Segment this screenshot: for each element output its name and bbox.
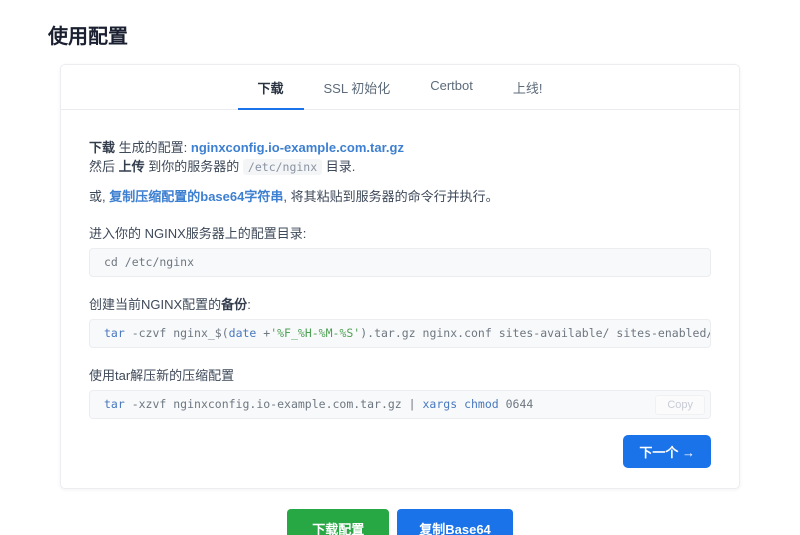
download-config-button[interactable]: 下载配置 xyxy=(287,509,389,535)
backup-section-heading: 创建当前NGINX配置的备份: xyxy=(89,295,711,314)
backup-heading-suffix: : xyxy=(247,297,251,312)
generated-config-text: 生成的配置: xyxy=(119,140,188,155)
cd-section-heading: 进入你的 NGINX服务器上的配置目录: xyxy=(89,224,711,243)
directory-text: 目录. xyxy=(326,159,356,174)
base64-rest-text: , 将其粘贴到服务器的命令行并执行。 xyxy=(283,189,498,204)
tab-ssl-init[interactable]: SSL 初始化 xyxy=(304,65,411,110)
download-instructions-line: 下载 生成的配置: nginxconfig.io-example.com.tar… xyxy=(89,138,711,177)
download-tab-content: 下载 生成的配置: nginxconfig.io-example.com.tar… xyxy=(61,110,739,488)
or-text: 或, xyxy=(89,189,106,204)
page-title: 使用配置 xyxy=(48,20,800,49)
backup-command-codeblock[interactable]: tar -czvf nginx_$(date +'%F_%H-%M-%S').t… xyxy=(89,319,711,348)
copy-base64-button[interactable]: 复制Base64 xyxy=(397,509,513,535)
cd-section: 进入你的 NGINX服务器上的配置目录: cd /etc/nginx xyxy=(89,224,711,277)
upload-word: 上传 xyxy=(119,159,145,174)
then-word: 然后 xyxy=(89,159,115,174)
extract-command-codeblock[interactable]: tar -xzvf nginxconfig.io-example.com.tar… xyxy=(89,390,711,419)
footer-actions: 下载配置 复制Base64 xyxy=(0,509,800,535)
tab-bar: 下载 SSL 初始化 Certbot 上线! xyxy=(61,65,739,110)
download-word: 下载 xyxy=(89,140,115,155)
next-button-row: 下一个 → xyxy=(89,435,711,468)
next-button-label: 下一个 xyxy=(639,445,678,460)
base64-instructions-line: 或, 复制压缩配置的base64字符串, 将其粘贴到服务器的命令行并执行。 xyxy=(89,187,711,206)
config-archive-link[interactable]: nginxconfig.io-example.com.tar.gz xyxy=(191,140,404,155)
backup-heading-bold: 备份 xyxy=(221,297,247,312)
copy-command-button[interactable]: Copy xyxy=(655,395,705,415)
cd-command-codeblock[interactable]: cd /etc/nginx xyxy=(89,248,711,277)
backup-section: 创建当前NGINX配置的备份: tar -czvf nginx_$(date +… xyxy=(89,295,711,348)
arrow-right-icon: → xyxy=(682,445,695,460)
setup-card: 下载 SSL 初始化 Certbot 上线! 下载 生成的配置: nginxco… xyxy=(60,64,740,489)
copy-base64-link[interactable]: 复制压缩配置的base64字符串 xyxy=(109,189,283,204)
backup-heading-prefix: 创建当前NGINX配置的 xyxy=(89,297,221,312)
tab-certbot[interactable]: Certbot xyxy=(410,65,493,110)
tab-download[interactable]: 下载 xyxy=(238,65,304,110)
extract-section: 使用tar解压新的压缩配置 tar -xzvf nginxconfig.io-e… xyxy=(89,366,711,419)
to-server-text: 到你的服务器的 xyxy=(148,159,239,174)
etc-nginx-inline-code: /etc/nginx xyxy=(243,159,322,175)
next-button[interactable]: 下一个 → xyxy=(623,435,711,468)
extract-section-heading: 使用tar解压新的压缩配置 xyxy=(89,366,711,385)
tab-go-live[interactable]: 上线! xyxy=(493,65,563,110)
